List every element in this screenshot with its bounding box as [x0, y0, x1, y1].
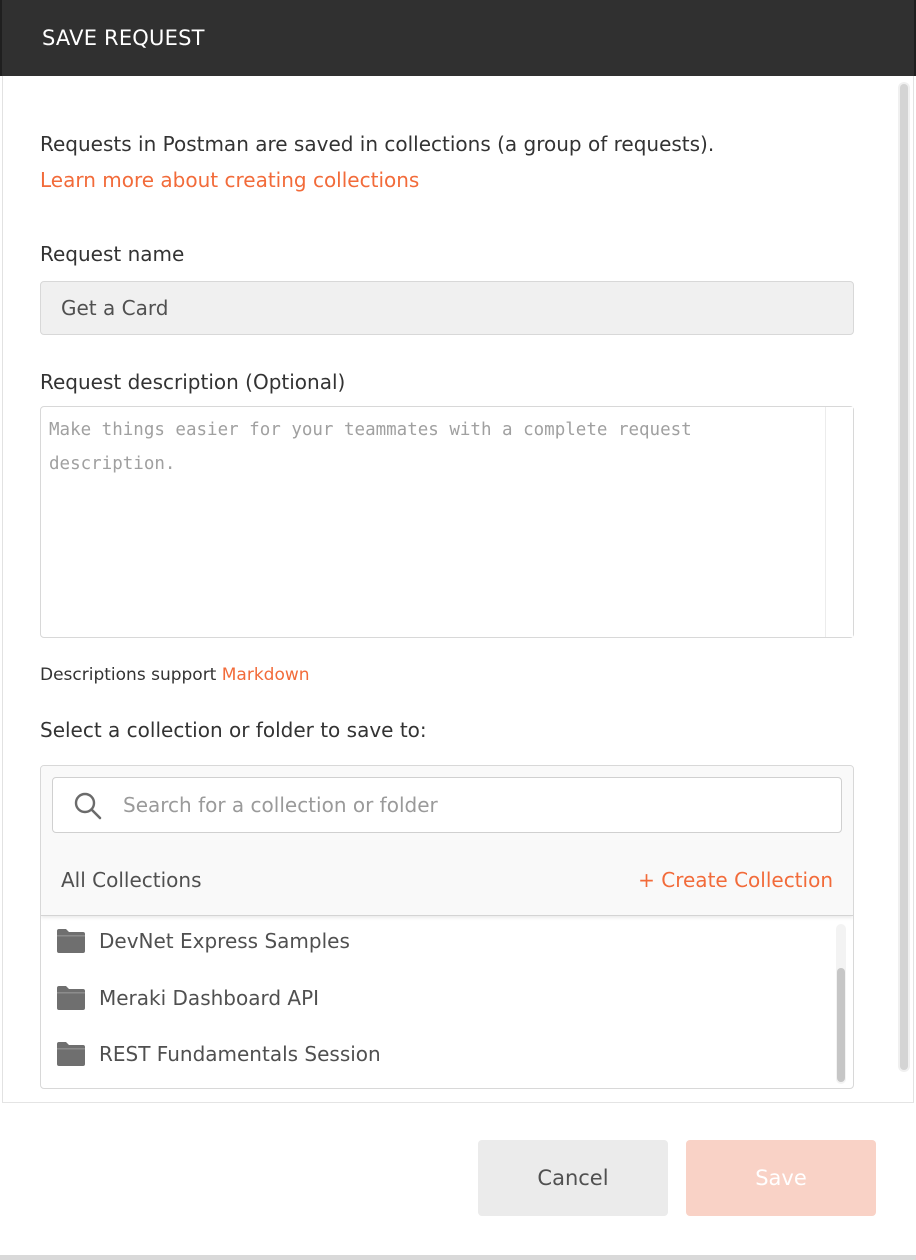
- collection-item-meraki-dashboard-api[interactable]: Meraki Dashboard API: [41, 975, 831, 1025]
- collection-item-rest-fundamentals-session[interactable]: REST Fundamentals Session: [41, 1031, 831, 1081]
- search-icon: [74, 792, 102, 820]
- dialog-header: SAVE REQUEST: [0, 0, 916, 76]
- create-collection-button[interactable]: + Create Collection: [638, 866, 833, 894]
- request-name-input[interactable]: [40, 281, 854, 335]
- collection-list-scrollbar[interactable]: [836, 924, 846, 1084]
- collection-item-label: REST Fundamentals Session: [99, 1042, 381, 1066]
- request-description-label: Request description (Optional): [40, 370, 346, 394]
- collection-list-scrollbar-thumb[interactable]: [837, 968, 845, 1082]
- dialog-scrollbar[interactable]: [898, 82, 910, 1072]
- dialog-scrollbar-thumb[interactable]: [900, 84, 908, 1070]
- markdown-link[interactable]: Markdown: [222, 665, 310, 685]
- footer-divider: [2, 1102, 914, 1103]
- dialog-title: SAVE REQUEST: [42, 26, 205, 50]
- request-name-label: Request name: [40, 242, 185, 266]
- collection-search-input[interactable]: [121, 778, 821, 832]
- save-button[interactable]: Save: [686, 1140, 876, 1216]
- collection-search-box[interactable]: [52, 777, 842, 833]
- folder-icon: [57, 986, 85, 1010]
- folder-icon: [57, 1042, 85, 1066]
- collection-item-devnet-express-samples[interactable]: DevNet Express Samples: [41, 918, 831, 968]
- dialog-bottom-edge: [0, 1255, 916, 1260]
- collection-picker-header: All Collections + Create Collection: [41, 766, 853, 916]
- collection-picker: All Collections + Create Collection DevN…: [40, 765, 854, 1089]
- all-collections-label: All Collections: [61, 868, 202, 892]
- request-description-box: [40, 406, 854, 638]
- request-description-textarea[interactable]: [41, 407, 825, 637]
- collection-item-label: Meraki Dashboard API: [99, 986, 320, 1010]
- intro-text: Requests in Postman are saved in collect…: [40, 132, 715, 156]
- save-request-dialog: SAVE REQUEST Requests in Postman are sav…: [0, 0, 916, 1260]
- collection-list: DevNet Express Samples Meraki Dashboard …: [41, 918, 853, 1088]
- cancel-button[interactable]: Cancel: [478, 1140, 668, 1216]
- select-collection-label: Select a collection or folder to save to…: [40, 718, 427, 742]
- description-scroll-gutter: [825, 407, 853, 637]
- collection-item-label: DevNet Express Samples: [99, 929, 350, 953]
- markdown-note-text: Descriptions support: [40, 665, 217, 685]
- folder-icon: [57, 929, 85, 953]
- learn-more-link[interactable]: Learn more about creating collections: [40, 166, 419, 194]
- markdown-note: Descriptions support Markdown: [40, 663, 310, 687]
